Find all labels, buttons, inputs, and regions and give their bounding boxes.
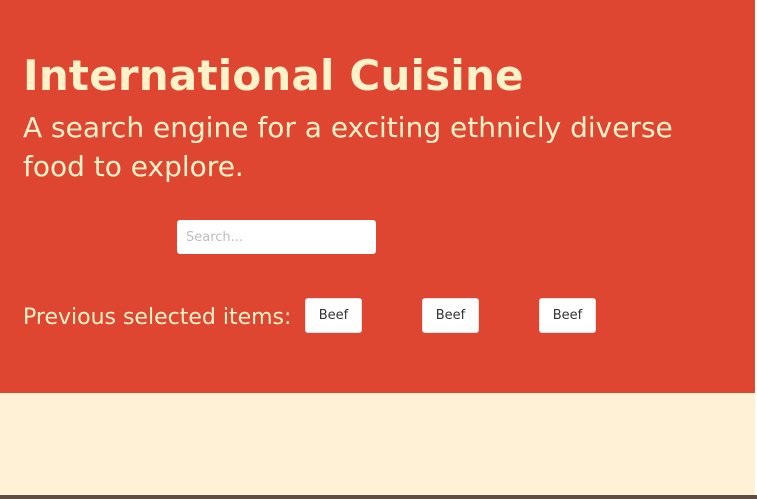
previous-item-button[interactable]: Beef [305,298,362,333]
page-subtitle: A search engine for a exciting ethnicly … [23,111,673,183]
previous-item-button[interactable]: Beef [422,298,479,333]
page-title: International Cuisine [23,51,524,100]
previous-item-button[interactable]: Beef [539,298,596,333]
previous-items-label: Previous selected items: [23,305,292,330]
search-input[interactable] [177,220,376,254]
hero-banner: International Cuisine A search engine fo… [0,0,755,393]
page-bottom-edge [0,495,757,499]
